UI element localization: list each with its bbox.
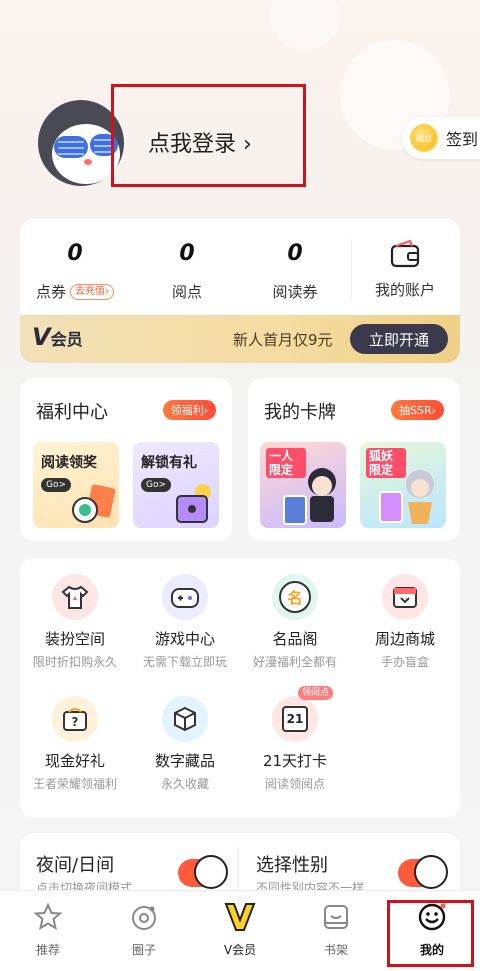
service-name: 数字藏品 <box>154 752 215 770</box>
tile-label: 解锁有礼 <box>141 455 197 471</box>
shop-icon <box>382 574 428 620</box>
night-mode-title: 夜间/日间 <box>36 855 115 876</box>
divider <box>238 847 239 893</box>
vip-banner[interactable]: V会员 新人首月仅9元 立即开通 <box>20 315 460 363</box>
service-subtitle: 王者荣耀领福利 <box>32 777 117 791</box>
stat-label: 点券 <box>35 283 66 301</box>
service-subtitle: 阅读领阅点 <box>264 777 325 791</box>
background-decoration <box>270 0 340 50</box>
target-icon <box>72 484 116 523</box>
tile-go: Go> <box>41 478 72 492</box>
svg-text:?: ? <box>72 715 79 729</box>
my-account-label: 我的账户 <box>374 281 435 299</box>
character-illustration <box>283 468 336 525</box>
gender-toggle[interactable] <box>398 855 448 889</box>
bookshelf-icon <box>318 899 354 935</box>
service-name: 周边商城 <box>374 630 435 648</box>
nav-label: 圈子 <box>131 943 156 957</box>
service-merch-shop[interactable]: 周边商城 手办盲盒 <box>350 574 460 670</box>
cube-icon <box>162 696 208 742</box>
card-thumbnail[interactable]: 一人限定 <box>260 442 346 528</box>
nav-label: V会员 <box>223 943 257 957</box>
welfare-center-card: 福利中心 领福利› 阅读领奖 Go> 解锁有礼 Go> <box>20 378 232 541</box>
toggle-face-icon <box>194 855 228 889</box>
service-subtitle: 无需下载立即玩 <box>142 655 227 669</box>
card-thumbnail[interactable]: 狐妖限定 <box>360 442 446 528</box>
service-subtitle: 手办盲盒 <box>380 655 429 669</box>
unlock-gift-tile[interactable]: 解锁有礼 Go> <box>133 442 219 528</box>
brand-icon: 名 <box>272 574 318 620</box>
cards-pill-button[interactable]: 抽SSR› <box>390 400 444 420</box>
toggle-face-icon <box>414 855 448 889</box>
tile-go: Go> <box>141 478 172 492</box>
service-name: 游戏中心 <box>154 630 215 648</box>
wallet-icon <box>360 237 450 271</box>
vip-promo-text: 新人首月仅9元 <box>233 331 333 349</box>
service-brand-pavilion[interactable]: 名 名品阁 好漫福利全都有 <box>240 574 350 670</box>
service-digital-collectibles[interactable]: 数字藏品 永久收藏 <box>130 696 240 792</box>
service-name: 名品阁 <box>272 630 318 648</box>
star-icon <box>30 899 66 935</box>
service-dress-up[interactable]: 装扮空间 限时折扣购永久 <box>20 574 130 670</box>
tile-label: 阅读领奖 <box>41 455 97 471</box>
signin-button[interactable]: 阅点 签到 <box>402 117 480 159</box>
vip-icon <box>222 899 258 935</box>
nav-label: 书架 <box>323 943 348 957</box>
night-mode-toggle[interactable] <box>178 855 228 889</box>
stat-label: 阅读券 <box>272 283 318 301</box>
stat-coupons[interactable]: 0 点券 去充值› <box>30 241 120 302</box>
highlight-box-mine-tab <box>387 900 474 967</box>
my-account-button[interactable]: 我的账户 <box>360 237 450 300</box>
stat-value: 0 <box>67 241 83 266</box>
my-cards-card: 我的卡牌 抽SSR› 一人限定 狐妖限定 <box>248 378 460 541</box>
wallet-card: 0 点券 去充值› 0 阅点 0 阅读券 我的账户 V会员 新人首月仅9元 立即… <box>20 219 460 363</box>
service-name: 21天打卡 <box>262 752 328 770</box>
nav-tab-vip[interactable]: V会员 <box>192 899 288 958</box>
stat-label: 阅点 <box>171 283 202 301</box>
highlight-box-login <box>111 84 306 187</box>
welfare-title: 福利中心 <box>36 402 108 423</box>
service-cash-gift[interactable]: ? 现金好礼 王者荣耀领福利 <box>20 696 130 792</box>
gift-box-icon: ? <box>52 696 98 742</box>
checkin-badge: 领阅点 <box>298 686 334 700</box>
gamepad-icon <box>162 574 208 620</box>
stat-reading-tickets[interactable]: 0 阅读券 <box>250 241 340 302</box>
service-name: 现金好礼 <box>44 752 105 770</box>
service-game-center[interactable]: 游戏中心 无需下载立即玩 <box>130 574 240 670</box>
service-subtitle: 永久收藏 <box>160 777 209 791</box>
service-name: 装扮空间 <box>44 630 105 648</box>
divider <box>351 239 352 301</box>
nav-tab-circle[interactable]: 圈子 <box>96 899 192 958</box>
vip-logo: V会员 <box>32 323 83 351</box>
circle-icon <box>126 899 162 935</box>
character-illustration <box>379 470 434 524</box>
tshirt-icon <box>52 574 98 620</box>
coin-icon: 阅点 <box>410 124 438 152</box>
stat-value: 0 <box>179 241 195 266</box>
service-21-day-checkin[interactable]: 21 领阅点 21天打卡 阅读领阅点 <box>240 686 350 792</box>
cards-title: 我的卡牌 <box>264 402 336 423</box>
services-grid: 装扮空间 限时折扣购永久 游戏中心 无需下载立即玩 名 名品阁 好漫福利全都有 … <box>20 558 460 818</box>
gender-title: 选择性别 <box>256 855 328 876</box>
service-subtitle: 好漫福利全都有 <box>252 655 337 669</box>
nav-tab-bookshelf[interactable]: 书架 <box>288 899 384 958</box>
recharge-badge[interactable]: 去充值› <box>70 283 114 300</box>
calendar-icon: 21 领阅点 <box>272 686 334 742</box>
welfare-pill-button[interactable]: 领福利› <box>162 400 216 420</box>
nav-label: 推荐 <box>35 943 60 957</box>
gift-icon <box>176 484 211 523</box>
nav-tab-recommend[interactable]: 推荐 <box>0 899 96 958</box>
service-subtitle: 限时折扣购永久 <box>32 655 117 669</box>
signin-label: 签到 <box>446 130 479 149</box>
stat-points[interactable]: 0 阅点 <box>142 241 232 302</box>
stat-value: 0 <box>287 241 303 266</box>
reading-reward-tile[interactable]: 阅读领奖 Go> <box>33 442 119 528</box>
vip-open-button[interactable]: 立即开通 <box>350 324 448 354</box>
